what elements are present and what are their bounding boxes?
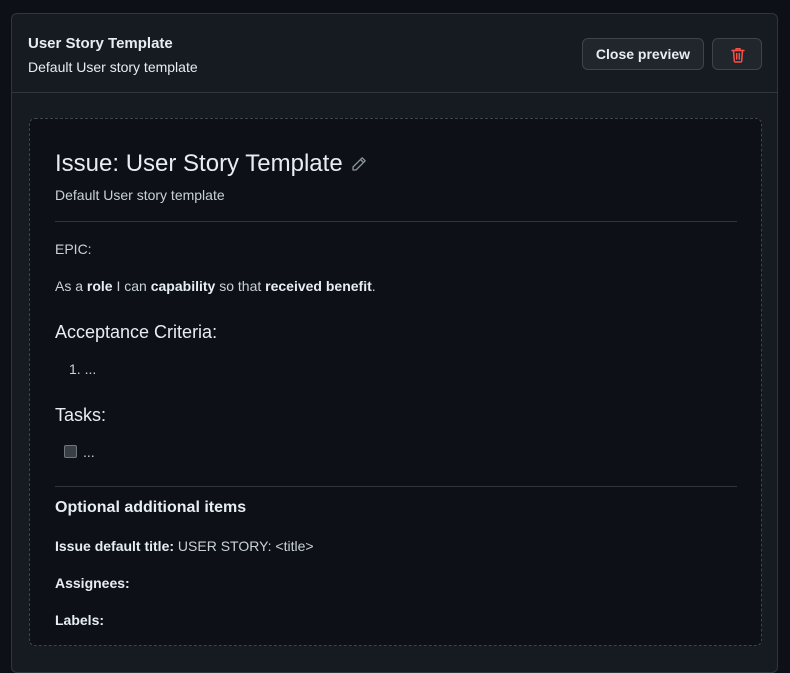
list-number: 1. <box>69 361 81 377</box>
assignees-label: Assignees: <box>55 575 130 591</box>
story-i-can: I can <box>112 278 151 294</box>
task-item-text: ... <box>83 444 95 460</box>
divider <box>55 486 737 487</box>
acceptance-criteria-heading: Acceptance Criteria: <box>55 322 218 342</box>
issue-preview: Issue: User Story Template Default User … <box>29 118 762 646</box>
task-checkbox[interactable] <box>64 445 77 458</box>
acceptance-list-item: 1. ... <box>69 361 96 377</box>
labels-label: Labels: <box>55 612 105 628</box>
delete-template-button[interactable] <box>712 38 762 70</box>
issue-heading: Issue: User Story Template <box>55 150 343 177</box>
story-role: role <box>86 278 113 294</box>
close-preview-button[interactable]: Close preview <box>582 38 704 70</box>
trash-icon <box>731 48 745 63</box>
default-title-value: USER STORY: <title> <box>174 538 314 554</box>
story-as-a: As a <box>55 278 87 294</box>
issue-description: Default User story template <box>55 187 225 203</box>
template-title: User Story Template <box>28 35 173 52</box>
story-benefit: received benefit <box>265 278 372 294</box>
default-title-label: Issue default title: <box>55 538 175 554</box>
pencil-icon[interactable] <box>351 156 367 172</box>
story-end: . <box>371 278 376 294</box>
list-item-text: ... <box>84 361 97 377</box>
divider <box>55 221 737 222</box>
template-subtitle: Default User story template <box>28 59 198 75</box>
epic-line: EPIC: <box>55 241 92 257</box>
optional-items-heading: Optional additional items <box>55 499 247 516</box>
preview-header: User Story Template Default User story t… <box>12 14 777 93</box>
story-line: As a role I can capability so that recei… <box>55 278 376 294</box>
story-capability: capability <box>150 278 216 294</box>
assignees-line: Assignees: <box>55 575 130 591</box>
default-title-line: Issue default title: USER STORY: <title> <box>55 538 314 554</box>
story-so-that: so that <box>215 278 266 294</box>
tasks-heading: Tasks: <box>55 405 107 425</box>
template-preview-panel: User Story Template Default User story t… <box>11 13 778 673</box>
labels-line: Labels: <box>55 612 104 628</box>
